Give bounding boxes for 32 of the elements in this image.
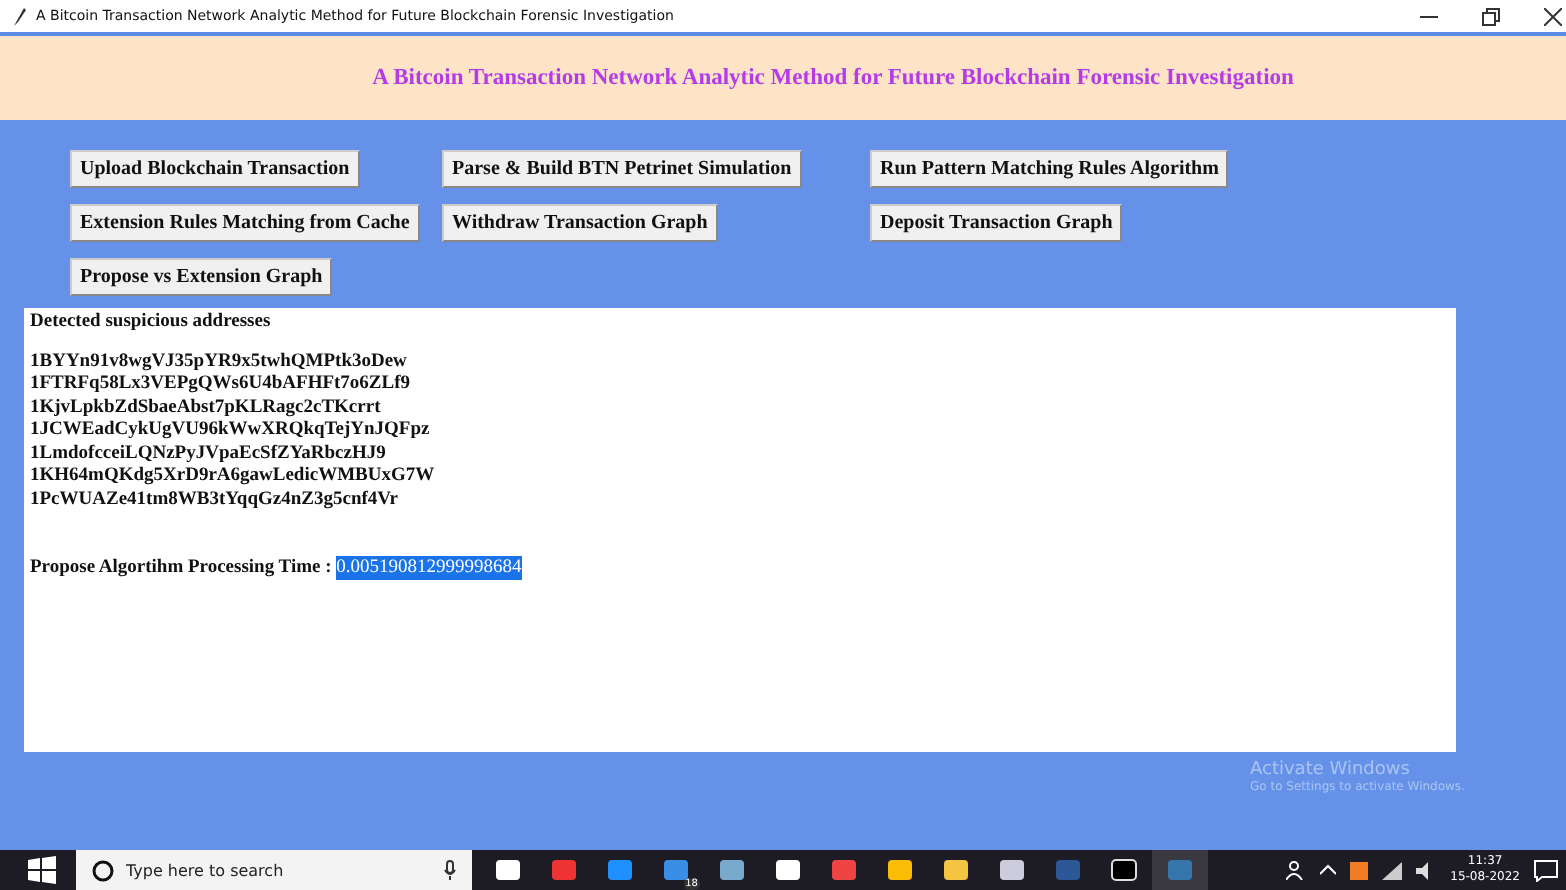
address-line: 1JCWEadCykUgVU96kWwXRQkqTejYnJQFpz <box>30 420 430 443</box>
notification-icon[interactable] <box>1534 859 1558 881</box>
address-line: 1BYYn91v8wgVJ35pYR9x5twhQMPtk3oDew <box>30 351 407 374</box>
taskbar-search-field[interactable]: Type here to search <box>76 850 472 890</box>
caret-icon[interactable] <box>1320 864 1337 876</box>
feather-icon <box>12 6 28 26</box>
selected-time-value: 0.005190812999998684 <box>336 556 522 580</box>
microphone-icon <box>444 860 456 880</box>
output-heading: Detected suspicious addresses <box>30 312 271 335</box>
minimize-button[interactable] <box>1420 13 1438 19</box>
time-label: Propose Algortihm Processing Time : <box>30 556 334 580</box>
address-line: 1KjvLpkbZdSbaeAbst7pKLRagc2cTKcrrt <box>30 397 381 420</box>
restore-button[interactable] <box>1482 7 1500 25</box>
address-line: 1KH64mQKdg5XrD9rA6gawLedicWMBUxG7W <box>30 466 435 489</box>
app-tray-icon[interactable] <box>1350 861 1369 879</box>
action-button[interactable]: Propose vs Extension Graph <box>70 258 333 296</box>
action-button[interactable]: Parse & Build BTN Petrinet Simulation <box>442 150 802 188</box>
start-button[interactable] <box>28 856 56 884</box>
network-icon[interactable] <box>1382 861 1403 879</box>
address-line: 1LmdofcceiLQNzPyJVpaEcSfZYaRbczHJ9 <box>30 443 386 466</box>
header-title: A Bitcoin Transaction Network Analytic Method for Future Blockchain Forensic Investigation <box>372 66 1294 90</box>
activation-title: Activate Windows <box>1250 760 1412 780</box>
address-line: 1FTRFq58Lx3VEPgQWs6U4bAFHFt7o6ZLf9 <box>30 374 411 397</box>
address-line: 1PcWUAZe41tm8WB3tYqqGz4nZ3g5cnf4Vr <box>30 489 399 512</box>
close-button[interactable] <box>1544 7 1562 25</box>
action-button[interactable]: Extension Rules Matching from Cache <box>70 204 420 242</box>
action-button[interactable]: Withdraw Transaction Graph <box>442 204 718 242</box>
action-button[interactable]: Run Pattern Matching Rules Algorithm <box>870 150 1229 188</box>
action-button[interactable]: Deposit Transaction Graph <box>870 204 1123 242</box>
search-icon <box>92 859 114 881</box>
people-icon[interactable] <box>1286 860 1307 880</box>
action-button[interactable]: Upload Blockchain Transaction <box>70 150 360 188</box>
